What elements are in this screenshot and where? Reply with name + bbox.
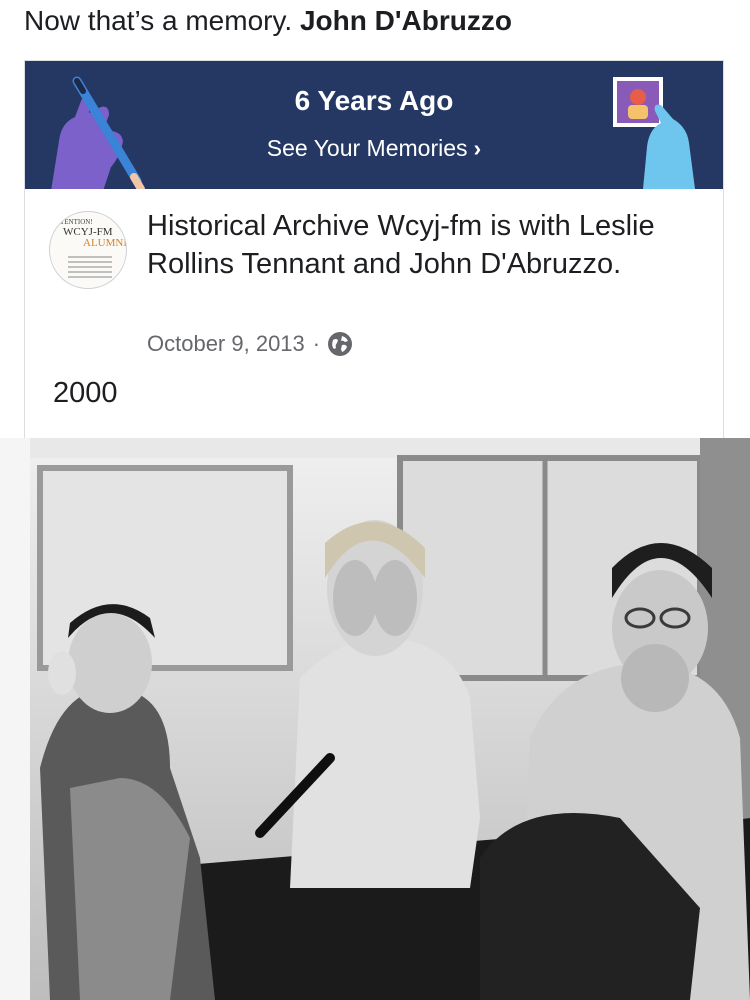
avatar-lines <box>68 256 112 281</box>
page-name-link[interactable]: Historical Archive Wcyj-fm <box>147 210 482 242</box>
and-text: and <box>352 248 402 280</box>
globe-icon[interactable] <box>328 332 353 356</box>
avatar-text-3: ALUMNI <box>83 237 127 249</box>
caption-text: Now that’s a memory. <box>24 5 293 36</box>
post-photo[interactable] <box>0 438 750 1000</box>
caption-mention-link[interactable]: John D'Abruzzo <box>300 5 512 36</box>
post-caption: Now that’s a memory. John D'Abruzzo <box>24 2 512 40</box>
is-with-text: is with <box>490 210 571 242</box>
photo-image <box>0 438 750 1000</box>
post-body-text: 2000 <box>53 377 118 409</box>
tagged-person-2-link[interactable]: John D'Abruzzo <box>409 248 613 280</box>
see-memories-label: See Your Memories <box>266 135 468 161</box>
meta-separator: · <box>312 331 321 356</box>
avatar-text-1: TENTION! <box>60 218 93 226</box>
memory-card: 6 Years Ago See Your Memories › TENTION! … <box>24 60 724 440</box>
memories-banner[interactable]: 6 Years Ago See Your Memories › <box>25 61 723 189</box>
period-text: . <box>613 248 622 280</box>
post-meta: October 9, 2013 · <box>147 331 353 357</box>
hand-photo-icon <box>613 77 695 189</box>
page-avatar[interactable]: TENTION! WCYJ-FM ALUMNI <box>49 211 127 289</box>
post-author-line: Historical Archive Wcyj-fm is with Lesli… <box>147 207 707 283</box>
chevron-right-icon: › <box>473 135 482 161</box>
post-date-link[interactable]: October 9, 2013 <box>147 331 305 357</box>
